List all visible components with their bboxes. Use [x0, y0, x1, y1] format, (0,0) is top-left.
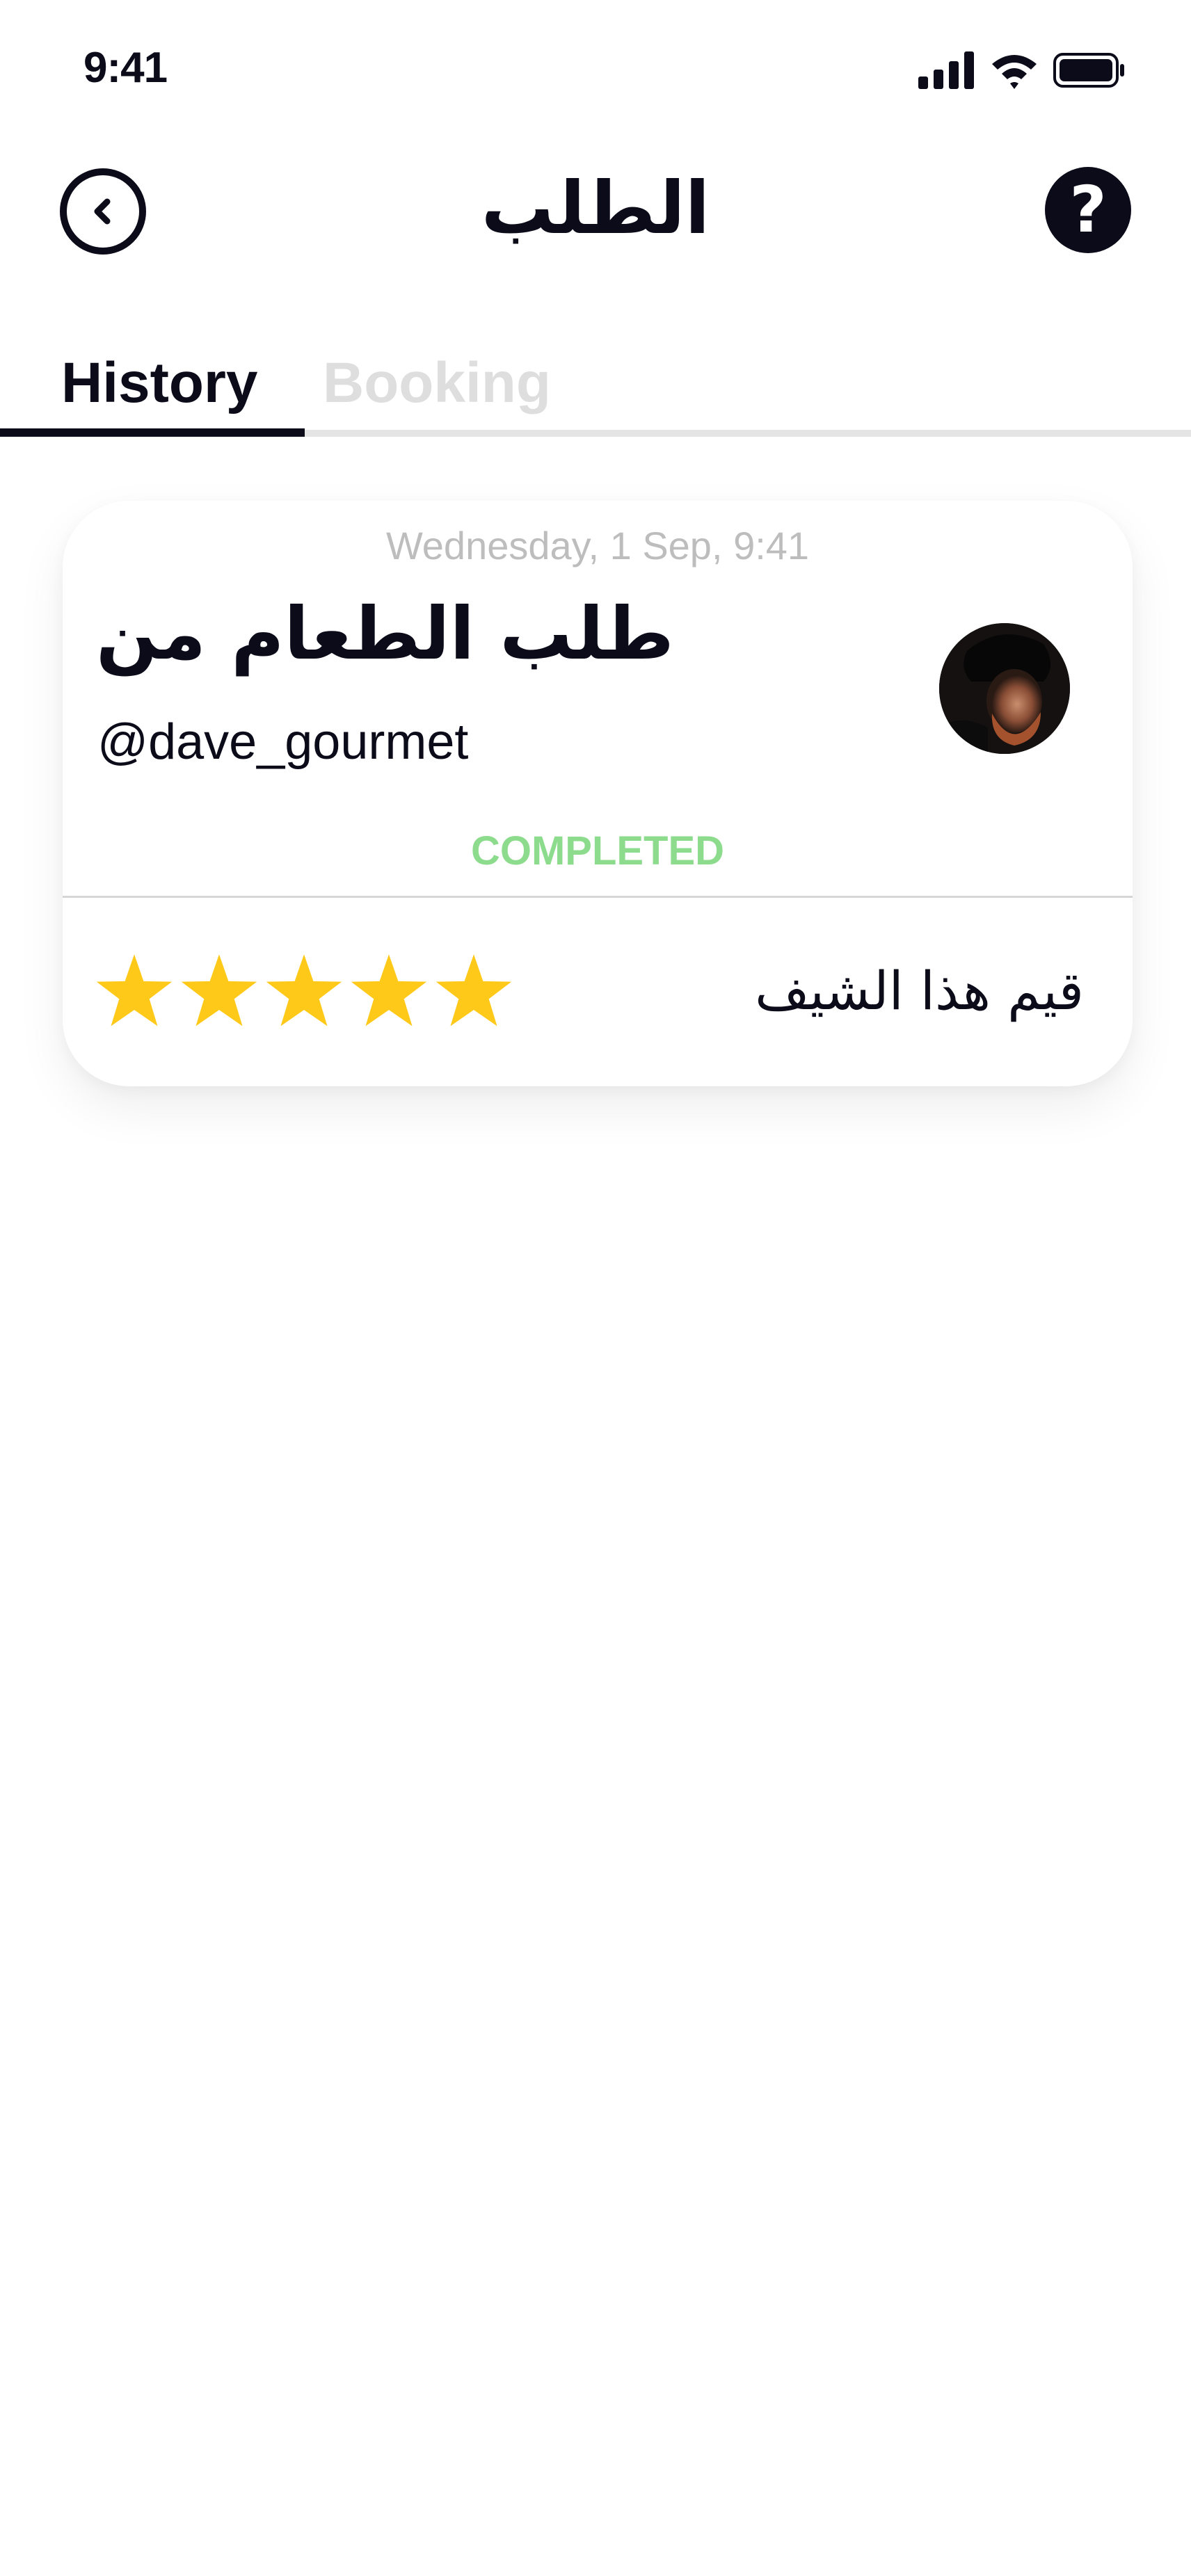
tab-active-indicator: [0, 428, 305, 437]
chevron-left-icon: [94, 198, 111, 225]
rate-chef-label: قيم هذا الشيف: [755, 960, 1084, 1022]
order-date: Wednesday, 1 Sep, 9:41: [385, 524, 810, 567]
tab-bar: History Booking: [0, 341, 1191, 438]
star-icon[interactable]: [179, 953, 259, 1032]
help-button[interactable]: ?: [1045, 167, 1131, 253]
order-card[interactable]: Wednesday, 1 Sep, 9:41 طلب الطعام من @da…: [63, 501, 1133, 1086]
signal-icon: [918, 51, 974, 89]
order-status-badge: COMPLETED: [470, 828, 725, 874]
order-title: طلب الطعام من: [96, 591, 674, 676]
back-button[interactable]: [60, 168, 146, 255]
chef-avatar-image: [939, 623, 1070, 754]
divider: [63, 896, 1133, 898]
question-mark-icon: ?: [1069, 172, 1107, 247]
star-icon[interactable]: [264, 953, 344, 1032]
star-icon[interactable]: [349, 953, 429, 1032]
wifi-icon: [992, 55, 1037, 89]
tab-history[interactable]: History: [61, 351, 258, 416]
header: الطلب ?: [0, 139, 1191, 299]
status-time: 9:41: [83, 44, 168, 92]
status-bar: 9:41: [0, 0, 1191, 139]
chef-handle[interactable]: @dave_gourmet: [97, 714, 468, 771]
rating-stars[interactable]: [95, 953, 513, 1033]
star-icon[interactable]: [434, 953, 513, 1032]
star-icon[interactable]: [95, 953, 174, 1032]
tab-booking[interactable]: Booking: [323, 351, 551, 416]
page-title: الطلب: [481, 166, 710, 250]
status-icons: [918, 50, 1127, 92]
avatar[interactable]: [939, 623, 1070, 754]
battery-icon: [1053, 53, 1124, 88]
